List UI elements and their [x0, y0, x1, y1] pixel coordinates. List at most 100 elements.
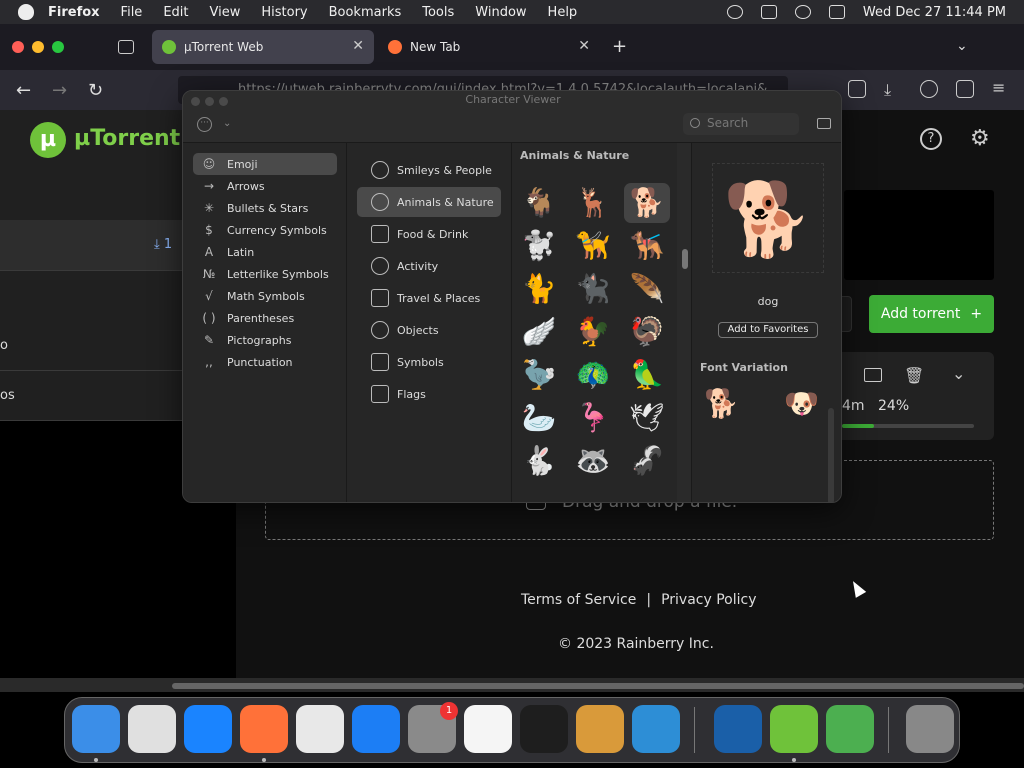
chevron-down-icon[interactable]: ⌄	[952, 364, 965, 383]
settings-gear-icon[interactable]: ⚙	[970, 126, 990, 151]
tab-new-tab[interactable]: New Tab ✕	[378, 30, 600, 64]
subcategory-objects[interactable]: Objects	[357, 315, 501, 345]
emoji-cell[interactable]: 🦩	[570, 398, 616, 438]
category-parentheses[interactable]: ( ) Parentheses	[193, 307, 337, 329]
forward-arrow-icon[interactable]: →	[52, 80, 67, 101]
add-to-favorites-button[interactable]: Add to Favorites	[718, 322, 818, 338]
dock-textedit-icon[interactable]	[464, 705, 512, 753]
account-icon[interactable]	[920, 80, 938, 98]
category-emoji[interactable]: ☺ Emoji	[193, 153, 337, 175]
tab-utorrent[interactable]: µTorrent Web ✕	[152, 30, 374, 64]
emoji-cell[interactable]: 🦚	[570, 355, 616, 395]
category-pictographs[interactable]: ✎ Pictographs	[193, 329, 337, 351]
emoji-cell[interactable]: 🐐	[516, 183, 562, 223]
extensions-icon[interactable]	[956, 80, 974, 98]
reload-icon[interactable]: ↻	[88, 80, 103, 101]
emoji-cell[interactable]: 🐕	[624, 183, 670, 223]
category-math[interactable]: √ Math Symbols	[193, 285, 337, 307]
category-currency[interactable]: $ Currency Symbols	[193, 219, 337, 241]
dock-terminal-icon[interactable]	[520, 705, 568, 753]
emoji-cell[interactable]: 🦌	[570, 183, 616, 223]
emoji-cell[interactable]: 🐈	[516, 269, 562, 309]
menu-bookmarks[interactable]: Bookmarks	[329, 5, 402, 20]
hamburger-menu-icon[interactable]: ≡	[992, 78, 1005, 97]
horizontal-scroll-thumb[interactable]	[172, 683, 1024, 689]
chevron-down-icon[interactable]: ⌄	[223, 118, 231, 129]
downloads-icon[interactable]: ⤓	[884, 80, 902, 99]
sidebar-item-label[interactable]: os	[0, 388, 15, 403]
dock-chrome-icon[interactable]	[296, 705, 344, 753]
menu-window[interactable]: Window	[475, 5, 526, 20]
menu-tools[interactable]: Tools	[422, 5, 454, 20]
emoji-cell[interactable]: 🐩	[516, 226, 562, 266]
dock-finder-icon[interactable]	[72, 705, 120, 753]
emoji-cell[interactable]: 🦝	[570, 441, 616, 481]
more-options-icon[interactable]: ···	[197, 117, 212, 132]
category-letterlike[interactable]: № Letterlike Symbols	[193, 263, 337, 285]
emoji-cell[interactable]: 🐈‍⬛	[570, 269, 616, 309]
window-close-icon[interactable]	[12, 41, 24, 53]
menu-file[interactable]: File	[121, 5, 143, 20]
sidebar-item-label[interactable]: o	[0, 338, 8, 353]
screen-mirroring-icon[interactable]	[760, 5, 777, 19]
subcategory-food[interactable]: Food & Drink	[357, 219, 501, 249]
emoji-cell[interactable]: 🐇	[516, 441, 562, 481]
spotlight-search-icon[interactable]	[794, 5, 811, 19]
terms-link[interactable]: Terms of Service	[521, 592, 636, 608]
subcategory-animals[interactable]: Animals & Nature	[357, 187, 501, 217]
firefox-view-icon[interactable]	[118, 40, 134, 54]
emoji-scroll-thumb[interactable]	[682, 249, 688, 269]
emoji-cell[interactable]: 🦮	[570, 226, 616, 266]
privacy-link[interactable]: Privacy Policy	[661, 592, 756, 608]
close-tab-icon[interactable]: ✕	[578, 38, 590, 54]
control-center-icon[interactable]	[828, 5, 845, 19]
wordpress-status-icon[interactable]	[726, 5, 743, 19]
back-arrow-icon[interactable]: ←	[16, 80, 31, 101]
menu-help[interactable]: Help	[548, 5, 578, 20]
detail-scrollbar[interactable]	[828, 408, 834, 502]
dock-trash-icon[interactable]	[906, 705, 954, 753]
window-minimize-icon[interactable]	[32, 41, 44, 53]
dock-app-store-icon[interactable]	[352, 705, 400, 753]
emoji-cell[interactable]: 🐓	[570, 312, 616, 352]
collapse-view-icon[interactable]	[817, 118, 831, 129]
list-all-tabs-chevron-icon[interactable]: ⌄	[956, 38, 968, 54]
emoji-cell[interactable]: 🦤	[516, 355, 562, 395]
category-arrows[interactable]: → Arrows	[193, 175, 337, 197]
emoji-cell[interactable]: 🦢	[516, 398, 562, 438]
dock-vs-code-icon[interactable]	[632, 705, 680, 753]
dock-garageband-icon[interactable]	[576, 705, 624, 753]
new-tab-plus-icon[interactable]: +	[612, 36, 627, 57]
dock--torrent-icon[interactable]	[770, 705, 818, 753]
subcategory-activity[interactable]: Activity	[357, 251, 501, 281]
window-zoom-icon[interactable]	[52, 41, 64, 53]
menu-edit[interactable]: Edit	[163, 5, 188, 20]
dock-launchpad-icon[interactable]	[128, 705, 176, 753]
emoji-cell[interactable]: 🦃	[624, 312, 670, 352]
font-variation-item[interactable]: 🐕	[704, 387, 739, 420]
emoji-cell[interactable]: 🪶	[624, 269, 670, 309]
category-punctuation[interactable]: ,, Punctuation	[193, 351, 337, 373]
emoji-scrollbar[interactable]	[677, 143, 691, 502]
dock-maps-icon[interactable]	[826, 705, 874, 753]
subcategory-flags[interactable]: Flags	[357, 379, 501, 409]
emoji-cell[interactable]: 🦨	[624, 441, 670, 481]
category-bullets-stars[interactable]: ✳ Bullets & Stars	[193, 197, 337, 219]
emoji-cell[interactable]: 🐕‍🦺	[624, 226, 670, 266]
dock-migration-icon[interactable]	[714, 705, 762, 753]
menu-app-name[interactable]: Firefox	[48, 5, 100, 20]
subcategory-travel[interactable]: Travel & Places	[357, 283, 501, 313]
dock-firefox-icon[interactable]	[240, 705, 288, 753]
category-latin[interactable]: A Latin	[193, 241, 337, 263]
folder-icon[interactable]	[864, 368, 882, 382]
emoji-cell[interactable]: 🕊	[624, 398, 670, 438]
dock-safari-icon[interactable]	[184, 705, 232, 753]
subcategory-smileys[interactable]: Smileys & People	[357, 155, 501, 185]
menu-history[interactable]: History	[261, 5, 307, 20]
pocket-icon[interactable]	[848, 80, 866, 98]
trash-icon[interactable]: 🗑	[904, 366, 924, 385]
subcategory-symbols[interactable]: Symbols	[357, 347, 501, 377]
emoji-cell[interactable]: 🦜	[624, 355, 670, 395]
menu-clock[interactable]: Wed Dec 27 11:44 PM	[863, 5, 1006, 20]
menu-view[interactable]: View	[210, 5, 241, 20]
